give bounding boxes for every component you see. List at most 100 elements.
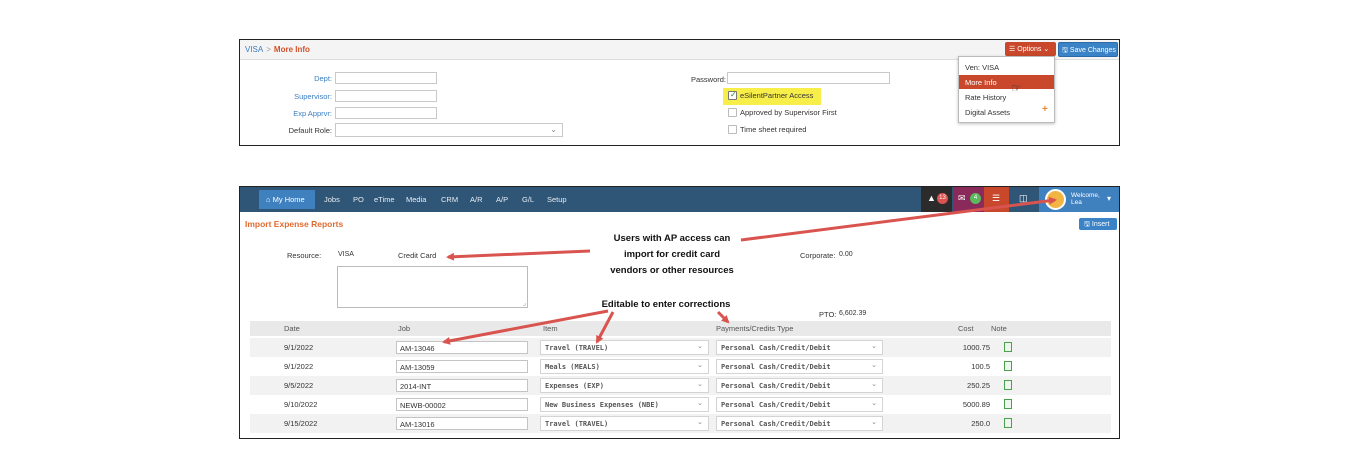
item-select[interactable]: Travel (TRAVEL) ⌄ bbox=[540, 340, 709, 355]
corporate-label: Corporate: bbox=[800, 251, 836, 260]
item-select-value: Travel (TRAVEL) bbox=[545, 344, 609, 352]
corporate-value: 0.00 bbox=[839, 251, 853, 258]
nav-po[interactable]: PO bbox=[353, 195, 364, 204]
menu-item-ven-visa[interactable]: Ven: VISA bbox=[959, 60, 1054, 74]
row-date: 9/5/2022 bbox=[284, 381, 314, 390]
payment-type-select[interactable]: Personal Cash/Credit/Debit ⌄ bbox=[716, 340, 883, 355]
options-button[interactable]: ☰ Options ⌄ bbox=[1005, 42, 1056, 56]
esilentpartner-checkbox[interactable]: ✓ bbox=[728, 90, 737, 100]
nav-gl[interactable]: G/L bbox=[522, 195, 534, 204]
nav-media[interactable]: Media bbox=[406, 195, 426, 204]
row-date: 9/1/2022 bbox=[284, 362, 314, 371]
dept-label: Dept: bbox=[314, 74, 332, 83]
editable-callout: Editable to enter corrections bbox=[601, 299, 731, 310]
insert-label: Insert bbox=[1091, 221, 1110, 228]
item-select-value: New Business Expenses (NBE) bbox=[545, 401, 659, 409]
payment-type-select[interactable]: Personal Cash/Credit/Debit ⌄ bbox=[716, 359, 883, 374]
menu-item-more-info[interactable]: More Info bbox=[959, 75, 1054, 89]
chevron-down-icon: ⌄ bbox=[871, 400, 877, 407]
chevron-down-icon: ⌄ bbox=[871, 343, 877, 350]
chevron-down-icon: ⌄ bbox=[871, 381, 877, 388]
nav-setup[interactable]: Setup bbox=[547, 195, 567, 204]
job-input[interactable]: 2014-INT bbox=[396, 379, 528, 392]
nav-my-home[interactable]: ⌂ My Home bbox=[259, 190, 315, 209]
dept-input[interactable] bbox=[335, 72, 437, 84]
pto-value: 6,602.39 bbox=[839, 310, 867, 317]
nav-etime[interactable]: eTime bbox=[374, 195, 395, 204]
notification-count-badge: 13 bbox=[937, 193, 948, 204]
chevron-down-icon: ⌄ bbox=[871, 419, 877, 426]
job-input[interactable]: AM-13059 bbox=[396, 360, 528, 373]
nav-jobs[interactable]: Jobs bbox=[324, 195, 340, 204]
exp-apprvr-input[interactable] bbox=[335, 107, 437, 119]
item-select[interactable]: Travel (TRAVEL) ⌄ bbox=[540, 416, 709, 431]
job-input[interactable]: NEWB-00002 bbox=[396, 398, 528, 411]
nav-crm[interactable]: CRM bbox=[441, 195, 458, 204]
supervisor-input[interactable] bbox=[335, 90, 437, 102]
chevron-down-icon: ⌄ bbox=[550, 125, 557, 134]
approved-by-supervisor-checkbox[interactable] bbox=[728, 108, 737, 117]
payment-type-select[interactable]: Personal Cash/Credit/Debit ⌄ bbox=[716, 397, 883, 412]
chevron-down-icon: ⌄ bbox=[697, 343, 703, 350]
user-name: Lea bbox=[1071, 199, 1082, 206]
approved-by-supervisor-label: Approved by Supervisor First bbox=[740, 108, 837, 117]
payment-type-value: Personal Cash/Credit/Debit bbox=[721, 382, 831, 390]
password-input[interactable] bbox=[727, 72, 890, 84]
time-sheet-required-checkbox[interactable] bbox=[728, 125, 737, 134]
note-icon[interactable] bbox=[1004, 380, 1012, 390]
column-header-item[interactable]: Item bbox=[543, 324, 558, 333]
avatar bbox=[1045, 189, 1066, 210]
row-date: 9/15/2022 bbox=[284, 419, 318, 428]
row-date: 9/1/2022 bbox=[284, 343, 314, 352]
notes-textarea[interactable]: ⌟ bbox=[337, 266, 528, 308]
column-header-date[interactable]: Date bbox=[284, 324, 300, 333]
ap-access-line: import for credit card bbox=[623, 249, 721, 260]
resource-value: VISA bbox=[338, 251, 354, 258]
note-icon[interactable] bbox=[1004, 418, 1012, 428]
nav-ar[interactable]: A/R bbox=[470, 195, 483, 204]
column-header-cost[interactable]: Cost bbox=[958, 324, 973, 333]
row-cost: 250.25 bbox=[967, 381, 990, 390]
note-icon[interactable] bbox=[1004, 361, 1012, 371]
breadcrumb-visa-link[interactable]: VISA bbox=[245, 45, 263, 54]
menu-item-digital-assets[interactable]: Digital Assets bbox=[959, 105, 1054, 119]
table-row: 9/15/2022 AM-13016 Travel (TRAVEL) ⌄ Pers… bbox=[250, 414, 1111, 433]
insert-button[interactable]: 🖫 Insert bbox=[1079, 218, 1117, 230]
list-icon: ☰ bbox=[1009, 46, 1016, 53]
table-header: Date Job Item Payments/Credits Type Cost… bbox=[250, 321, 1111, 336]
chevron-down-icon: ⌄ bbox=[697, 381, 703, 388]
payment-type-select[interactable]: Personal Cash/Credit/Debit ⌄ bbox=[716, 378, 883, 393]
item-select-value: Travel (TRAVEL) bbox=[545, 420, 609, 428]
supervisor-label: Supervisor: bbox=[294, 92, 332, 101]
job-input[interactable]: AM-13046 bbox=[396, 341, 528, 354]
item-select[interactable]: New Business Expenses (NBE) ⌄ bbox=[540, 397, 709, 412]
note-icon[interactable] bbox=[1004, 342, 1012, 352]
note-icon[interactable] bbox=[1004, 399, 1012, 409]
plus-icon[interactable]: + bbox=[1042, 104, 1048, 115]
item-select[interactable]: Meals (MEALS) ⌄ bbox=[540, 359, 709, 374]
tasks-button[interactable]: ☰ bbox=[984, 187, 1009, 212]
options-dropdown-menu: Ven: VISA More Info Rate History Digital… bbox=[958, 56, 1055, 123]
chevron-down-icon: ▾ bbox=[1107, 194, 1112, 203]
menu-item-rate-history[interactable]: Rate History bbox=[959, 90, 1054, 104]
table-row: 9/5/2022 2014-INT Expenses (EXP) ⌄ Person… bbox=[250, 376, 1111, 395]
options-label: Options bbox=[1017, 46, 1042, 53]
time-sheet-required-label: Time sheet required bbox=[740, 125, 807, 134]
ap-access-line: Users with AP access can bbox=[613, 233, 731, 244]
job-input[interactable]: AM-13016 bbox=[396, 417, 528, 430]
reports-button[interactable]: ◫ bbox=[1010, 187, 1038, 212]
chevron-down-icon: ⌄ bbox=[697, 400, 703, 407]
default-role-select[interactable]: ⌄ bbox=[335, 123, 563, 137]
column-header-payment-type[interactable]: Payments/Credits Type bbox=[716, 324, 793, 333]
column-header-note[interactable]: Note bbox=[991, 324, 1007, 333]
resize-handle-icon[interactable]: ⌟ bbox=[523, 299, 526, 307]
messages-button[interactable]: ✉ 4 bbox=[953, 187, 983, 212]
item-select[interactable]: Expenses (EXP) ⌄ bbox=[540, 378, 709, 393]
nav-ap[interactable]: A/P bbox=[496, 195, 508, 204]
save-icon: 🖫 bbox=[1062, 47, 1068, 54]
column-header-job[interactable]: Job bbox=[398, 324, 410, 333]
nav-my-home-label: My Home bbox=[272, 195, 305, 204]
notifications-button[interactable]: ▲ 13 bbox=[921, 187, 952, 212]
payment-type-select[interactable]: Personal Cash/Credit/Debit ⌄ bbox=[716, 416, 883, 431]
save-changes-button[interactable]: 🖫 Save Changes bbox=[1058, 42, 1118, 57]
